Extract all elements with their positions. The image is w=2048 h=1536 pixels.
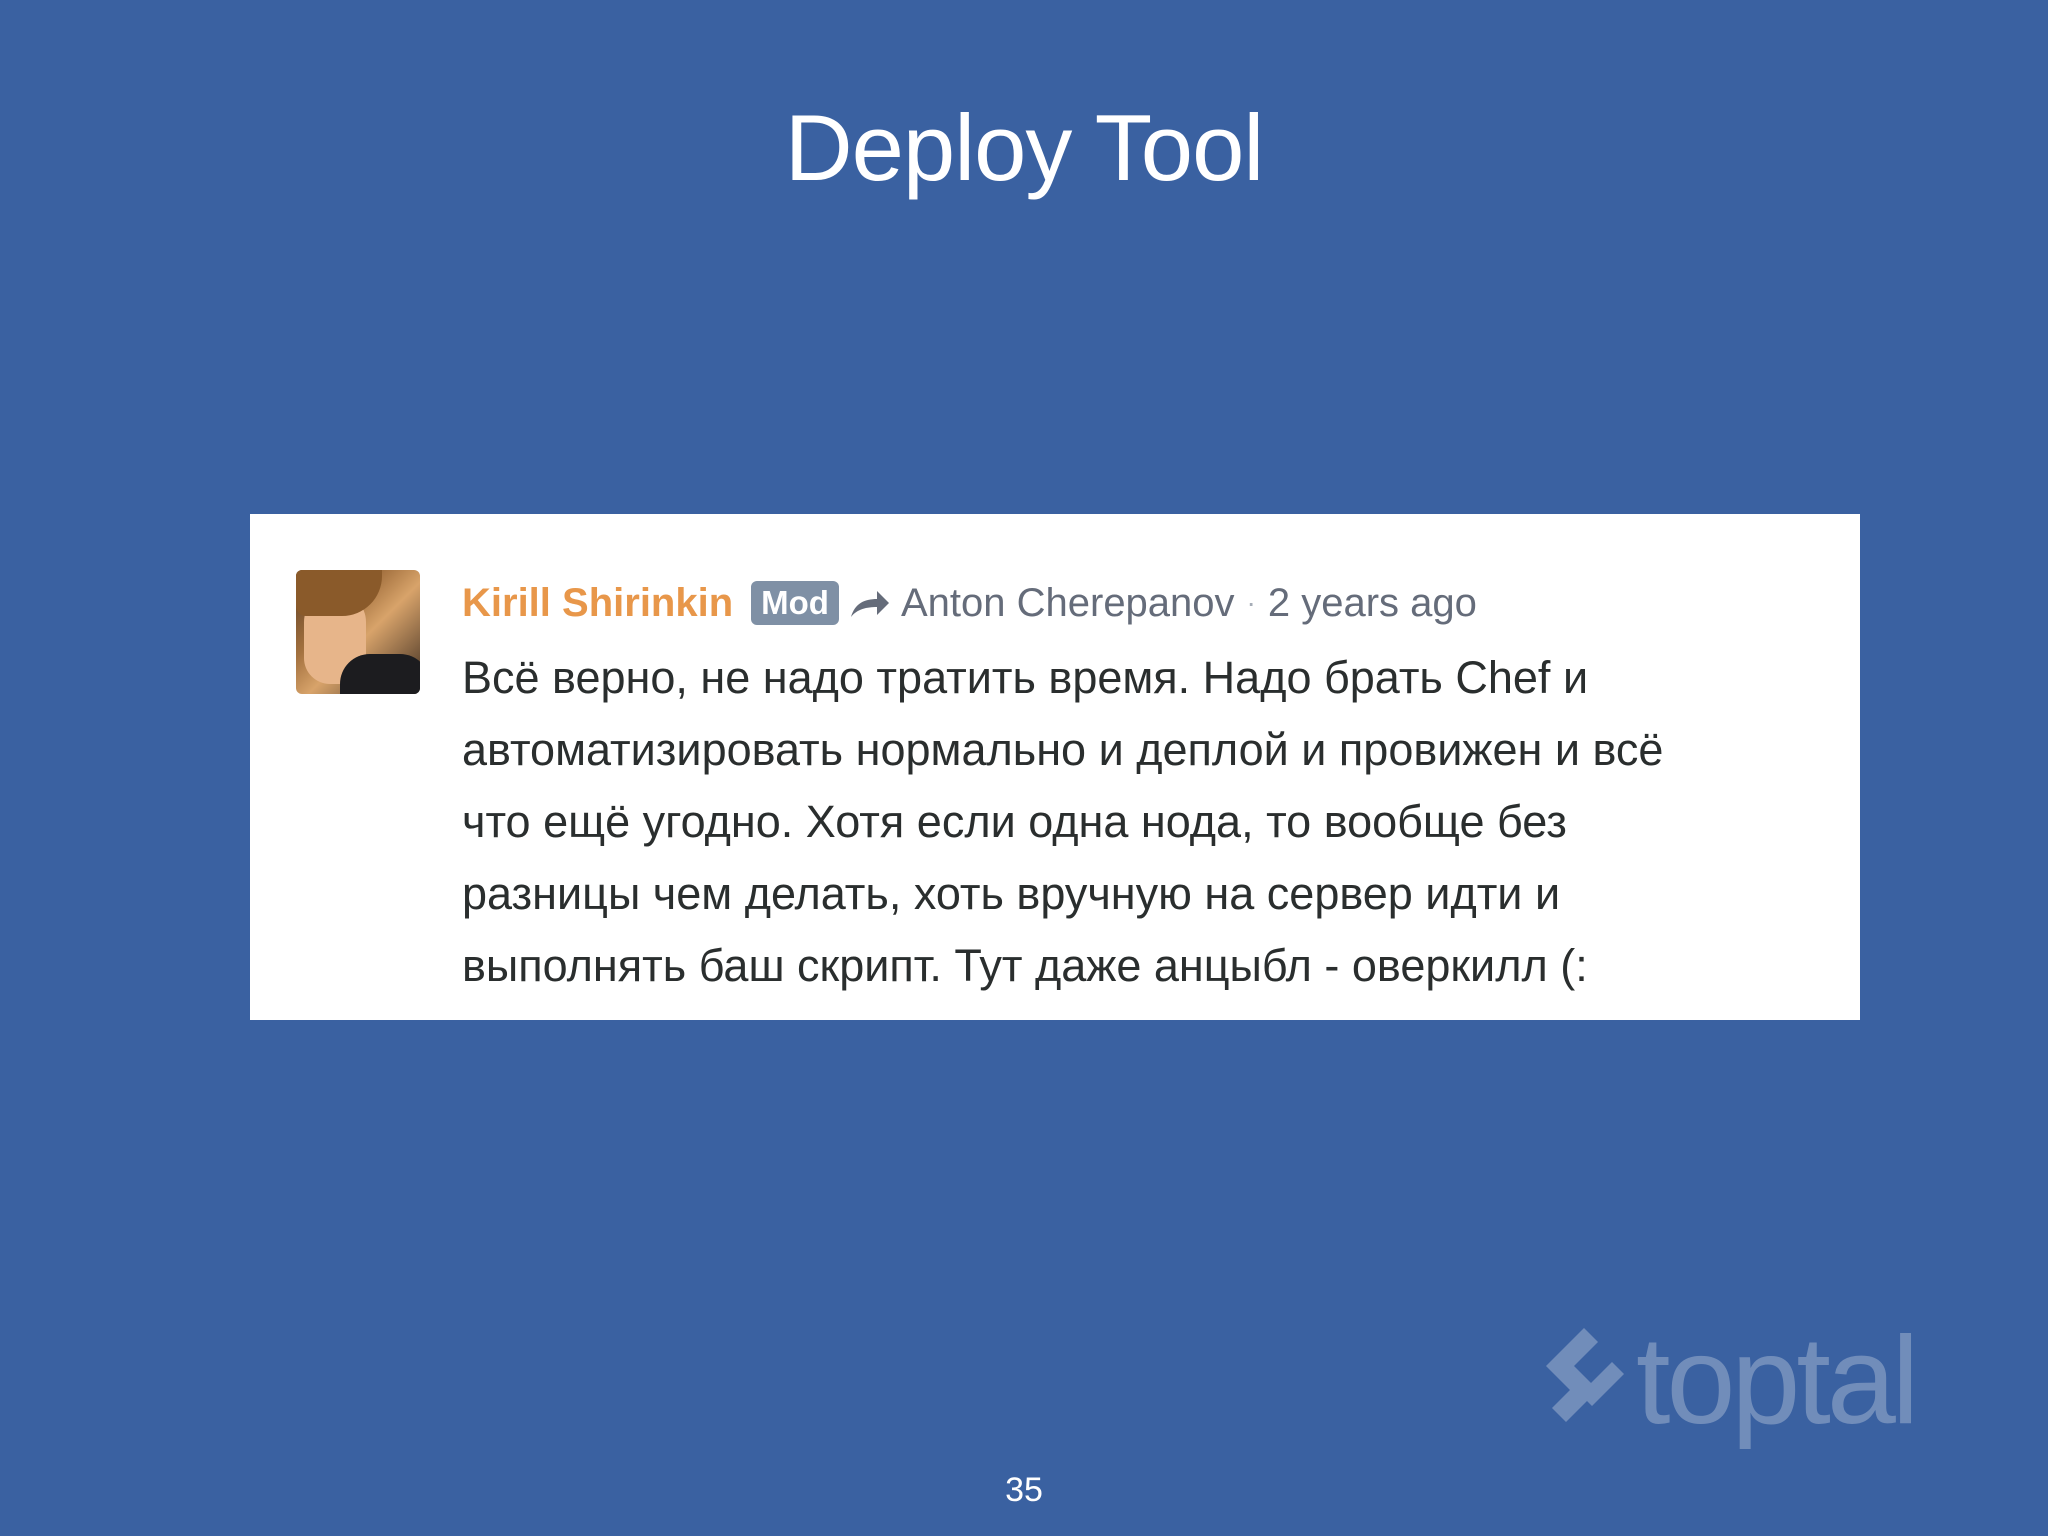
comment-body: Kirill Shirinkin Mod Anton Cherepanov · … (462, 574, 1852, 1002)
comment-line: автоматизировать нормально и деплой и пр… (462, 724, 1664, 775)
author-name[interactable]: Kirill Shirinkin (462, 581, 733, 626)
comment-line: что ещё угодно. Хотя если одна нода, то … (462, 796, 1567, 847)
slide-title: Deploy Tool (784, 95, 1264, 200)
reply-arrow-icon-svg (850, 591, 889, 617)
comment-timestamp[interactable]: 2 years ago (1268, 581, 1477, 626)
toptal-logo-mark-icon (1546, 1328, 1624, 1422)
comment-line: разницы чем делать, хоть вручную на серв… (462, 868, 1561, 919)
reply-to-name[interactable]: Anton Cherepanov (901, 581, 1235, 626)
toptal-wordmark: toptal (1636, 1312, 1919, 1450)
comment-line: Всё верно, не надо тратить время. Надо б… (462, 652, 1589, 703)
reply-arrow-icon (847, 583, 891, 623)
comment-text: Всё верно, не надо тратить время. Надо б… (462, 642, 1852, 1002)
comment-header: Kirill Shirinkin Mod Anton Cherepanov · … (462, 574, 1852, 632)
comment-line: выполнять баш скрипт. Тут даже анцыбл - … (462, 940, 1588, 991)
avatar-hair (296, 570, 382, 616)
avatar-jacket (340, 654, 420, 694)
separator-dot: · (1246, 587, 1256, 618)
avatar[interactable] (296, 570, 420, 694)
page-number: 35 (1005, 1471, 1043, 1509)
comment-card: Kirill Shirinkin Mod Anton Cherepanov · … (250, 514, 1860, 1020)
toptal-logo: toptal (1536, 1316, 1936, 1450)
mod-badge: Mod (751, 581, 839, 625)
